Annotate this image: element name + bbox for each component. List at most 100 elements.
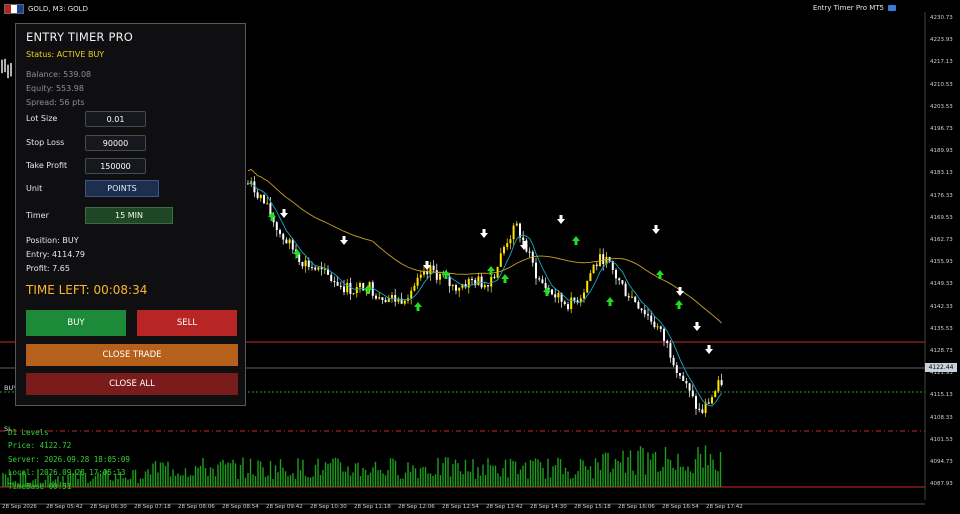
candle-body — [266, 203, 269, 205]
price-axis-label: 4223.93 — [930, 37, 953, 44]
candle-body — [435, 270, 438, 280]
price-axis-label: 4101.53 — [930, 436, 953, 443]
candle-body — [378, 297, 381, 299]
candle-body — [458, 287, 461, 291]
candle-body — [669, 343, 672, 358]
candle-body — [339, 285, 342, 287]
take-profit-label: Take Profit — [26, 161, 68, 170]
unit-label: Unit — [26, 184, 43, 193]
candle-body — [490, 276, 493, 287]
time-axis-label: 28 Sep 11:18 — [354, 504, 391, 510]
candle-body — [515, 223, 518, 226]
candle-body — [429, 265, 432, 275]
spread-text: Spread: 56 pts — [26, 98, 85, 107]
candle-body — [304, 260, 307, 267]
current-price-tag: 4122.44 — [925, 363, 957, 372]
panel-title: ENTRY TIMER PRO — [26, 30, 134, 44]
candle-body — [307, 260, 310, 268]
time-left-text: TIME LEFT: 00:08:34 — [26, 283, 148, 297]
candle-body — [691, 390, 694, 397]
time-axis-label: 28 Sep 08:54 — [222, 504, 259, 510]
time-axis-label: 28 Sep 07:18 — [134, 504, 171, 510]
candle-body — [682, 375, 685, 382]
candle-body — [714, 391, 717, 398]
graduation-cap-icon — [888, 5, 896, 11]
candle-body — [711, 397, 713, 404]
candle-body — [707, 402, 710, 404]
sell-button[interactable]: SELL — [137, 310, 237, 336]
candle-body — [439, 273, 441, 280]
price-axis-label: 4149.33 — [930, 281, 953, 288]
candle-body — [717, 380, 720, 392]
buy-signal-arrow-icon — [501, 274, 509, 283]
candle-body — [528, 251, 531, 253]
price-axis-label: 4162.73 — [930, 237, 953, 243]
candle-body — [688, 383, 691, 391]
price-axis-label: 4176.33 — [930, 192, 953, 199]
position-text: Position: BUY — [26, 236, 79, 245]
candle-body — [659, 326, 662, 329]
candle-body — [653, 321, 656, 328]
lot-size-label: Lot Size — [26, 114, 58, 123]
candle-body — [656, 326, 659, 328]
candle-body — [349, 282, 352, 294]
status-text: Status: ACTIVE BUY — [26, 50, 105, 59]
timer-select-button[interactable]: 15 MIN — [85, 207, 173, 224]
candle-body — [493, 276, 496, 278]
candle-body — [285, 239, 288, 244]
price-axis-label: 4135.53 — [930, 325, 953, 332]
candle-body — [416, 277, 419, 286]
candle-body — [419, 274, 422, 278]
time-axis-label: 28 Sep 17:42 — [706, 504, 743, 510]
candle-body — [487, 285, 489, 287]
candle-body — [391, 295, 393, 298]
candle-body — [323, 268, 326, 270]
take-profit-input[interactable]: 150000 — [85, 158, 146, 174]
price-axis-label: 4183.13 — [930, 170, 953, 177]
candle-body — [589, 273, 592, 282]
time-axis-label: 28 Sep 16:06 — [618, 504, 655, 510]
sell-signal-arrow-icon — [693, 322, 701, 331]
profit-text: Profit: 7.65 — [26, 264, 70, 273]
chart-header: GOLD, M3: GOLD Entry Timer Pro MT5 — [0, 0, 960, 16]
candle-body — [663, 328, 665, 341]
candle-body — [256, 192, 259, 199]
time-axis-label: 28 Sep 13:42 — [486, 504, 523, 510]
candle-body — [640, 308, 643, 311]
candle-body — [618, 278, 621, 281]
candle-body — [650, 315, 653, 322]
candle-body — [720, 380, 723, 386]
lot-size-input[interactable]: 0.01 — [85, 111, 146, 127]
candle-body — [282, 233, 285, 240]
buy-button[interactable]: BUY — [26, 310, 126, 336]
sell-signal-arrow-icon — [280, 209, 288, 218]
candle-body — [352, 293, 355, 295]
stop-loss-input[interactable]: 90000 — [85, 135, 146, 151]
price-axis-label: 4210.53 — [930, 81, 953, 88]
candle-body — [343, 286, 345, 293]
price-axis-label: 4087.93 — [930, 481, 953, 488]
close-trade-button[interactable]: CLOSE TRADE — [26, 344, 238, 366]
close-all-button[interactable]: CLOSE ALL — [26, 373, 238, 395]
equity-text: Equity: 553.98 — [26, 84, 84, 93]
price-axis-label: 4217.13 — [930, 59, 953, 66]
price-axis-label: 4115.13 — [930, 392, 953, 399]
candle-body — [541, 279, 544, 284]
buy-signal-arrow-icon — [268, 212, 276, 221]
candle-body — [615, 270, 617, 279]
time-axis-label: 28 Sep 15:18 — [574, 504, 611, 510]
unit-toggle-button[interactable]: POINTS — [85, 180, 159, 197]
price-axis-label: 4108.33 — [930, 414, 953, 421]
candle-body — [679, 373, 681, 376]
candle-body — [477, 276, 480, 286]
candle-body — [551, 289, 553, 295]
symbol-label: GOLD, M3: GOLD — [4, 4, 88, 14]
entry-text: Entry: 4114.79 — [26, 250, 86, 259]
slow-ma-line — [247, 168, 722, 324]
candle-body — [599, 254, 601, 266]
time-axis-label: 28 Sep 12:06 — [398, 504, 435, 510]
levels-title: D1 Levels — [8, 428, 49, 437]
candle-body — [557, 293, 560, 298]
candle-body — [355, 287, 358, 294]
time-axis-label: 28 Sep 10:30 — [310, 504, 347, 510]
